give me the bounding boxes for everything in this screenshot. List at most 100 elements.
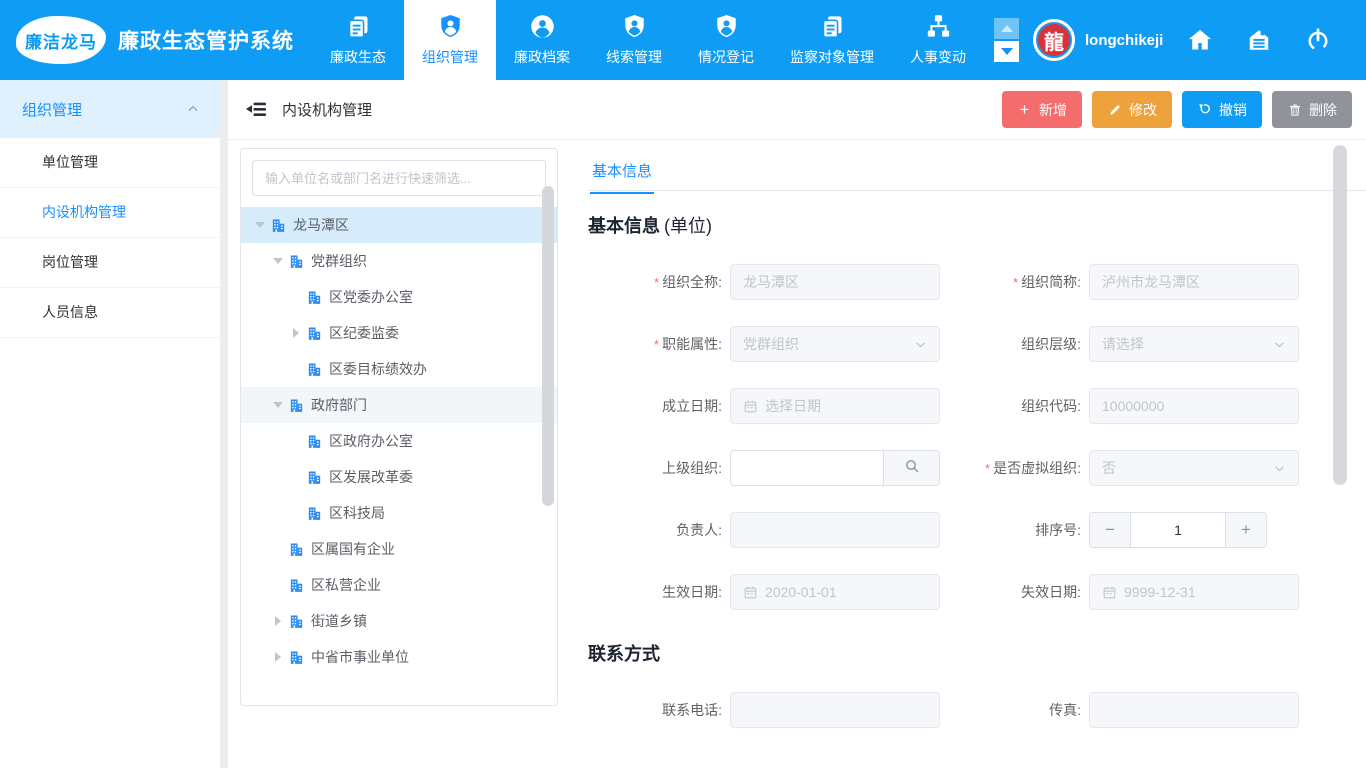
building-icon xyxy=(288,577,305,594)
user-block: 龍 longchikeji xyxy=(1033,0,1163,80)
home-icon[interactable] xyxy=(1187,27,1213,53)
tree-node-label: 区私营企业 xyxy=(311,575,381,595)
toolbar-button-0[interactable]: + 新增 xyxy=(1002,91,1082,128)
stepper-value[interactable]: 1 xyxy=(1130,513,1226,547)
date-value: 9999-12-31 xyxy=(1124,584,1196,600)
nav-item-3[interactable]: 线索管理 xyxy=(588,0,680,80)
nav-item-label: 廉政生态 xyxy=(330,47,386,67)
toolbar: 内设机构管理 + 新增 修改 撤销 删除 xyxy=(228,80,1366,140)
tree-node-0[interactable]: 龙马潭区 xyxy=(241,207,557,243)
section-title-contact: 联系方式 xyxy=(588,640,1366,666)
sidebar-group-org-management[interactable]: 组织管理 xyxy=(0,80,220,138)
nav-item-label: 线索管理 xyxy=(606,47,662,67)
tree-scrollbar[interactable] xyxy=(542,186,554,506)
user-circle-icon xyxy=(529,13,556,40)
contact-field-0-wrap: 联系电话: xyxy=(588,692,940,728)
field-label: 组织层级: xyxy=(940,334,1089,354)
tree-expander[interactable] xyxy=(251,222,269,228)
tree-node-5[interactable]: 政府部门 xyxy=(241,387,557,423)
tree-node-9[interactable]: 区属国有企业 xyxy=(241,531,557,567)
contact-field-0-input xyxy=(730,692,940,728)
select-value: 请选择 xyxy=(1102,334,1144,354)
nav-item-6[interactable]: 人事变动 xyxy=(892,0,984,80)
power-icon[interactable] xyxy=(1305,27,1331,53)
tree-search-input[interactable] xyxy=(252,160,546,196)
form-row: 上级组织: *是否虚拟组织: 否 xyxy=(588,450,1366,486)
main-content: 内设机构管理 + 新增 修改 撤销 删除 龙马潭区 党群组织 区党委办公室 区纪… xyxy=(228,80,1366,768)
nav-item-2[interactable]: 廉政档案 xyxy=(496,0,588,80)
tree-node-12[interactable]: 中省市事业单位 xyxy=(241,639,557,675)
stepper-plus-button[interactable]: + xyxy=(1226,513,1266,547)
toolbar-button-2[interactable]: 撤销 xyxy=(1182,91,1262,128)
nav-item-4[interactable]: 情况登记 xyxy=(680,0,772,80)
nav-item-label: 情况登记 xyxy=(698,47,754,67)
sidebar-item-2[interactable]: 岗位管理 xyxy=(0,238,220,288)
tree-node-1[interactable]: 党群组织 xyxy=(241,243,557,279)
tree-node-7[interactable]: 区发展改革委 xyxy=(241,459,557,495)
triangle-down-icon xyxy=(1001,48,1013,55)
main-scrollbar[interactable] xyxy=(1333,145,1347,485)
nav-item-1[interactable]: 组织管理 xyxy=(404,0,496,80)
nav-scroll-up-button[interactable] xyxy=(994,18,1019,39)
tree-expander[interactable] xyxy=(269,258,287,264)
tree-node-6[interactable]: 区政府办公室 xyxy=(241,423,557,459)
field-label: 组织代码: xyxy=(940,396,1089,416)
form-row: 负责人: 排序号: −1+ xyxy=(588,512,1366,548)
pencil-icon xyxy=(1107,102,1122,117)
basic-field-4-wrap: 成立日期: 选择日期 xyxy=(588,388,940,424)
field-label: 生效日期: xyxy=(588,582,730,602)
sidebar-item-1[interactable]: 内设机构管理 xyxy=(0,188,220,238)
basic-field-6-input[interactable] xyxy=(731,451,883,485)
section-basic-suffix: (单位) xyxy=(664,216,712,236)
tree-expander[interactable] xyxy=(269,652,287,662)
toolbar-button-label: 撤销 xyxy=(1219,100,1247,120)
tree-node-3[interactable]: 区纪委监委 xyxy=(241,315,557,351)
toolbar-button-1[interactable]: 修改 xyxy=(1092,91,1172,128)
tree-node-label: 党群组织 xyxy=(311,251,367,271)
nav-item-5[interactable]: 监察对象管理 xyxy=(772,0,892,80)
field-label: *职能属性: xyxy=(588,334,730,354)
shield-user-icon xyxy=(437,13,464,40)
stepper-minus-button[interactable]: − xyxy=(1090,513,1130,547)
basic-field-3-select: 请选择 xyxy=(1089,326,1299,362)
form-row: *职能属性: 党群组织 组织层级: 请选择 xyxy=(588,326,1366,362)
basic-field-4-date: 选择日期 xyxy=(730,388,940,424)
field-label: *是否虚拟组织: xyxy=(940,458,1089,478)
basic-field-10-wrap: 生效日期: 2020-01-01 xyxy=(588,574,940,610)
calendar-icon xyxy=(743,585,758,600)
tree-node-8[interactable]: 区科技局 xyxy=(241,495,557,531)
field-label: 成立日期: xyxy=(588,396,730,416)
sidebar-item-0[interactable]: 单位管理 xyxy=(0,138,220,188)
tree-expander[interactable] xyxy=(269,402,287,408)
nav-item-label: 组织管理 xyxy=(422,47,478,67)
collapse-menu-icon[interactable] xyxy=(244,98,268,122)
basic-field-7-wrap: *是否虚拟组织: 否 xyxy=(940,450,1299,486)
nav-scroll-down-button[interactable] xyxy=(994,41,1019,62)
mailbox-icon[interactable] xyxy=(1246,27,1272,53)
chevron-down-icon xyxy=(1273,462,1286,475)
nav-item-label: 廉政档案 xyxy=(514,47,570,67)
form-row: 联系电话: 传真: xyxy=(588,692,1366,728)
search-button[interactable] xyxy=(883,451,939,485)
basic-field-5-input: 10000000 xyxy=(1089,388,1299,424)
form-row: 生效日期: 2020-01-01 失效日期: 9999-12-31 xyxy=(588,574,1366,610)
org-tree-panel: 龙马潭区 党群组织 区党委办公室 区纪委监委 区委目标绩效办 政府部门 区政府办… xyxy=(240,148,558,706)
building-icon xyxy=(288,397,305,414)
required-asterisk: * xyxy=(654,337,659,352)
nav-item-label: 监察对象管理 xyxy=(790,47,874,67)
tree-expander[interactable] xyxy=(269,616,287,626)
toolbar-button-3[interactable]: 删除 xyxy=(1272,91,1352,128)
nav-item-0[interactable]: 廉政生态 xyxy=(312,0,404,80)
building-icon xyxy=(288,541,305,558)
tree-expander[interactable] xyxy=(287,328,305,338)
building-icon xyxy=(306,505,323,522)
tab-basic-info[interactable]: 基本信息 xyxy=(590,148,654,194)
basic-field-3-wrap: 组织层级: 请选择 xyxy=(940,326,1299,362)
tree-node-4[interactable]: 区委目标绩效办 xyxy=(241,351,557,387)
tree-node-10[interactable]: 区私营企业 xyxy=(241,567,557,603)
user-avatar[interactable]: 龍 xyxy=(1033,19,1075,61)
sidebar-item-3[interactable]: 人员信息 xyxy=(0,288,220,338)
tree-node-11[interactable]: 街道乡镇 xyxy=(241,603,557,639)
building-icon xyxy=(288,649,305,666)
tree-node-2[interactable]: 区党委办公室 xyxy=(241,279,557,315)
